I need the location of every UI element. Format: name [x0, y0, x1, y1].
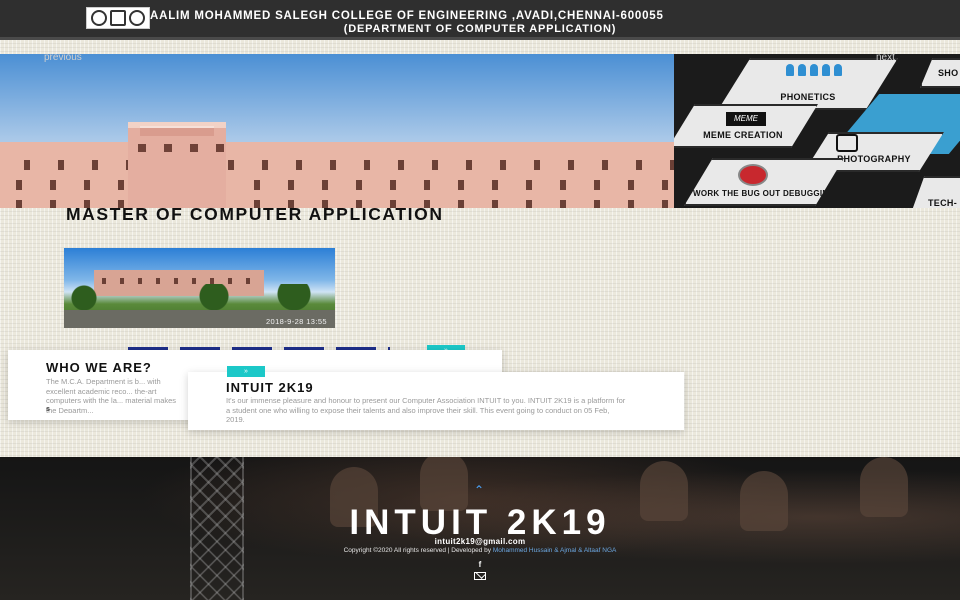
slider-next-button[interactable]: next: [876, 52, 895, 63]
intuit-card: INTUIT 2K19 It's our immense pleasure an…: [188, 372, 684, 430]
intuit-card-tab[interactable]: »: [227, 366, 265, 377]
who-card-text: The M.C.A. Department is b... with excel…: [46, 377, 177, 413]
event-tile-meme: MEME CREATION: [674, 104, 818, 148]
page-title: MASTER OF COMPUTER APPLICATION: [66, 204, 444, 224]
who-card-title: WHO WE ARE?: [46, 360, 152, 375]
department-name: (DEPARTMENT OF COMPUTER APPLICATION): [343, 23, 617, 35]
footer-copyright: Copyright ©2020 All rights reserved | De…: [0, 547, 960, 554]
campus-photo: 2018-9-28 13:55: [64, 248, 335, 328]
who-card-more[interactable]: s: [46, 406, 50, 413]
event-tile-tech: TECH-: [910, 176, 960, 208]
bug-icon: [738, 164, 768, 186]
intuit-card-text: It's our immense pleasure and honour to …: [226, 396, 626, 425]
copyright-text: Copyright ©2020 All rights reserved | De…: [343, 547, 493, 554]
intuit-card-title: INTUIT 2K19: [226, 380, 314, 395]
meme-icon: MEME: [726, 112, 766, 126]
footer-email-link[interactable]: intuit2k19@gmail.com: [0, 537, 960, 546]
facebook-icon[interactable]: f: [474, 560, 486, 569]
slider-prev-button[interactable]: previous: [44, 52, 82, 63]
event-tile-show: SHO: [920, 58, 960, 88]
site-footer: ⌃ INTUIT 2K19 intuit2k19@gmail.com Copyr…: [0, 457, 960, 600]
scroll-top-icon[interactable]: ⌃: [470, 484, 488, 496]
college-name: AALIM MOHAMMED SALEGH COLLEGE OF ENGINEE…: [150, 10, 664, 22]
camera-icon: [836, 134, 858, 152]
slide-events-image: SHO PHONETICS MEME CREATION MEME PHOTOGR…: [674, 54, 960, 208]
mail-icon[interactable]: [474, 572, 486, 580]
site-header: AALIM MOHAMMED SALEGH COLLEGE OF ENGINEE…: [0, 0, 960, 40]
slide-campus-image: [0, 54, 674, 208]
developer-link[interactable]: Mohammed Hussain & Ajmal & Altaaf NGA: [493, 547, 617, 554]
photo-timestamp: 2018-9-28 13:55: [265, 317, 327, 326]
people-icon: [786, 64, 842, 76]
campus-building: [0, 142, 674, 208]
